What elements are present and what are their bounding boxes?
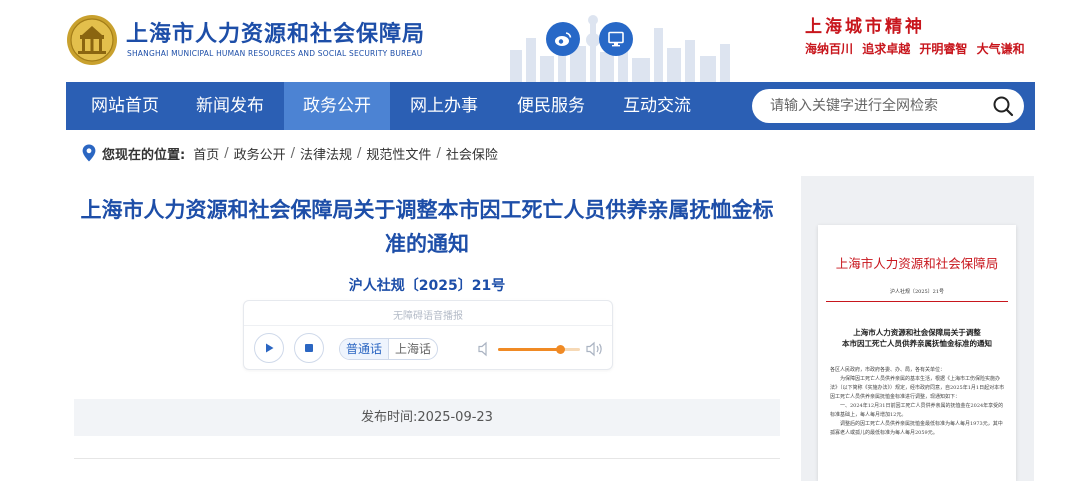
volume-high-icon <box>586 341 602 357</box>
language-shanghainese[interactable]: 上海话 <box>388 339 437 359</box>
breadcrumb-social-insurance[interactable]: 社会保险 <box>446 144 498 163</box>
publish-date: 2025-09-23 <box>417 410 493 425</box>
document-preview-body: 各区人民政府，市政府各委、办、局，各有关单位： 为保障因工死亡人员供养亲属的基本… <box>830 366 1006 438</box>
breadcrumb-label: 您现在的位置: <box>102 147 186 163</box>
search-icon[interactable] <box>992 95 1014 117</box>
language-switch: 普通话 上海话 <box>339 338 439 360</box>
document-preview-paragraph: 各区人民政府，市政府各委、办、局，各有关单位： <box>830 367 946 373</box>
city-spirit-title: 上海城市精神 <box>805 17 925 37</box>
city-spirit-word: 开明睿智 <box>919 42 968 56</box>
breadcrumb: 您现在的位置: 首页 / 政务公开 / 法律法规 / 规范性文件 / 社会保险 <box>82 143 498 163</box>
publish-info: 发布时间:2025-09-23 <box>74 399 780 436</box>
volume-low-icon <box>478 341 487 357</box>
breadcrumb-separator: / <box>224 145 229 161</box>
player-label: 无障碍语音播报 <box>393 311 463 322</box>
content-divider <box>74 458 780 459</box>
search-input[interactable] <box>770 89 980 123</box>
breadcrumb-laws[interactable]: 法律法规 <box>300 144 352 163</box>
document-preview-title-line: 本市因工死亡人员供养亲属抚恤金标准的通知 <box>842 339 992 348</box>
publish-label: 发布时间: <box>361 410 418 425</box>
nav-item-news[interactable]: 新闻发布 <box>181 82 279 130</box>
volume-slider[interactable] <box>498 345 580 354</box>
main-nav: 网站首页 新闻发布 政务公开 网上办事 便民服务 互动交流 <box>66 82 1035 130</box>
nav-item-home[interactable]: 网站首页 <box>76 82 174 130</box>
emblem-icon[interactable] <box>66 14 118 66</box>
volume-slider-fill <box>498 348 560 351</box>
player-divider <box>244 325 612 326</box>
search-box <box>752 89 1024 123</box>
nav-item-online-services[interactable]: 网上办事 <box>395 82 493 130</box>
site-title[interactable]: 上海市人力资源和社会保障局 <box>126 16 425 48</box>
location-pin-icon <box>82 144 96 162</box>
document-preview-paragraph: 一、2024年12月31日前因工死亡人员供养亲属的抚恤金在2024年享受的标准基… <box>830 403 1004 418</box>
breadcrumb-separator: / <box>436 145 441 161</box>
article-title: 上海市人力资源和社会保障局关于调整本市因工死亡人员供养亲属抚恤金标准的通知 <box>80 198 774 256</box>
breadcrumb-government-affairs[interactable]: 政务公开 <box>234 144 286 163</box>
city-spirit-words: 海纳百川 追求卓越 开明睿智 大气谦和 <box>805 40 1030 57</box>
document-preview-paragraph: 为保障因工死亡人员供养亲属的基本生活，根据《上海市工伤保险实施办法》（以下简称《… <box>830 376 1005 400</box>
play-button[interactable] <box>254 333 284 363</box>
breadcrumb-separator: / <box>357 145 362 161</box>
nav-item-government-affairs[interactable]: 政务公开 <box>284 82 390 130</box>
document-preview-paragraph: 调整后的因工死亡人员供养亲属抚恤金最低标准为每人每月1973元，其中孤寡老人或孤… <box>830 421 1003 436</box>
document-preview[interactable]: 上海市人力资源和社会保障局 沪人社规〔2025〕21号 上海市人力资源和社会保障… <box>818 225 1016 481</box>
stop-icon <box>305 344 313 352</box>
weibo-icon <box>555 32 572 46</box>
city-spirit-word: 大气谦和 <box>976 42 1025 56</box>
desktop-icon <box>608 31 624 47</box>
document-preview-number: 沪人社规〔2025〕21号 <box>889 289 945 295</box>
city-spirit-word: 海纳百川 <box>805 42 854 56</box>
breadcrumb-home[interactable]: 首页 <box>193 144 219 163</box>
document-number: 沪人社规〔2025〕21号 <box>348 278 506 294</box>
breadcrumb-normative-docs[interactable]: 规范性文件 <box>366 144 431 163</box>
city-spirit-word: 追求卓越 <box>862 42 911 56</box>
breadcrumb-separator: / <box>290 145 296 161</box>
audio-player: 无障碍语音播报 普通话 上海话 <box>243 300 613 370</box>
stop-button[interactable] <box>294 333 324 363</box>
site-subtitle: SHANGHAI MUNICIPAL HUMAN RESOURCES AND S… <box>127 49 423 58</box>
nav-item-public-services[interactable]: 便民服务 <box>502 82 600 130</box>
desktop-button[interactable] <box>599 22 633 56</box>
document-preview-header: 上海市人力资源和社会保障局 <box>835 256 999 271</box>
nav-item-interaction[interactable]: 互动交流 <box>608 82 706 130</box>
weibo-button[interactable] <box>546 22 580 56</box>
play-icon <box>266 343 274 353</box>
language-mandarin[interactable]: 普通话 <box>340 339 389 359</box>
document-preview-red-rule <box>826 301 1008 302</box>
document-preview-title-line: 上海市人力资源和社会保障局关于调整 <box>853 328 981 337</box>
site-header: 上海市人力资源和社会保障局 SHANGHAI MUNICIPAL HUMAN R… <box>0 0 1080 82</box>
document-preview-title: 上海市人力资源和社会保障局关于调整 本市因工死亡人员供养亲属抚恤金标准的通知 <box>818 327 1016 349</box>
volume-slider-handle[interactable] <box>555 345 565 354</box>
